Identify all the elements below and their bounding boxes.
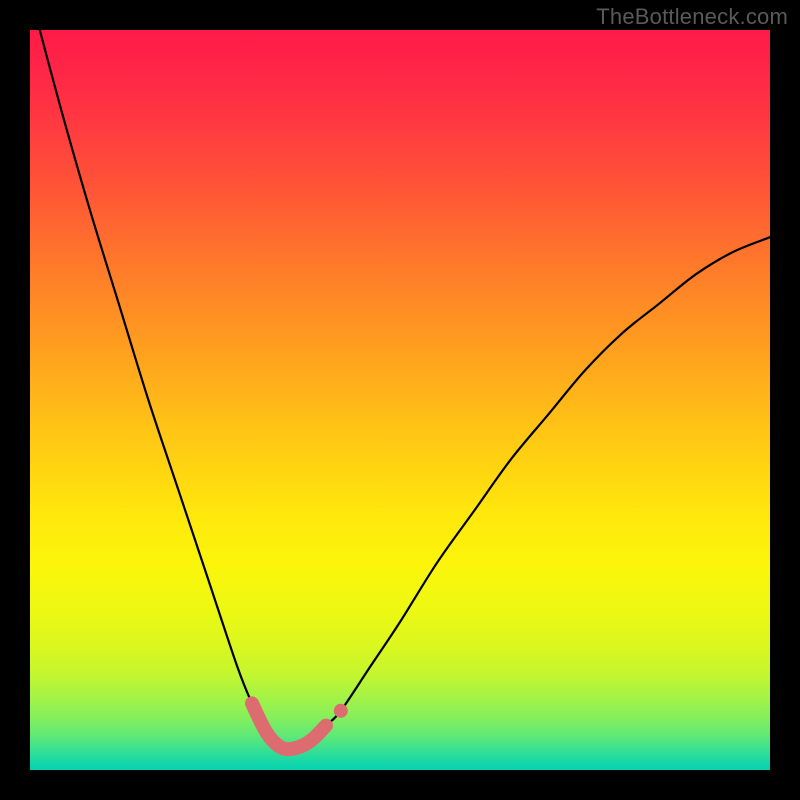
bottleneck-curve: [30, 30, 770, 770]
chart-frame: TheBottleneck.com: [0, 0, 800, 800]
marker-dot: [334, 704, 348, 718]
watermark-text: TheBottleneck.com: [596, 4, 788, 30]
plot-area: [30, 30, 770, 770]
optimal-range-highlight: [252, 703, 326, 749]
performance-curve: [30, 30, 770, 749]
